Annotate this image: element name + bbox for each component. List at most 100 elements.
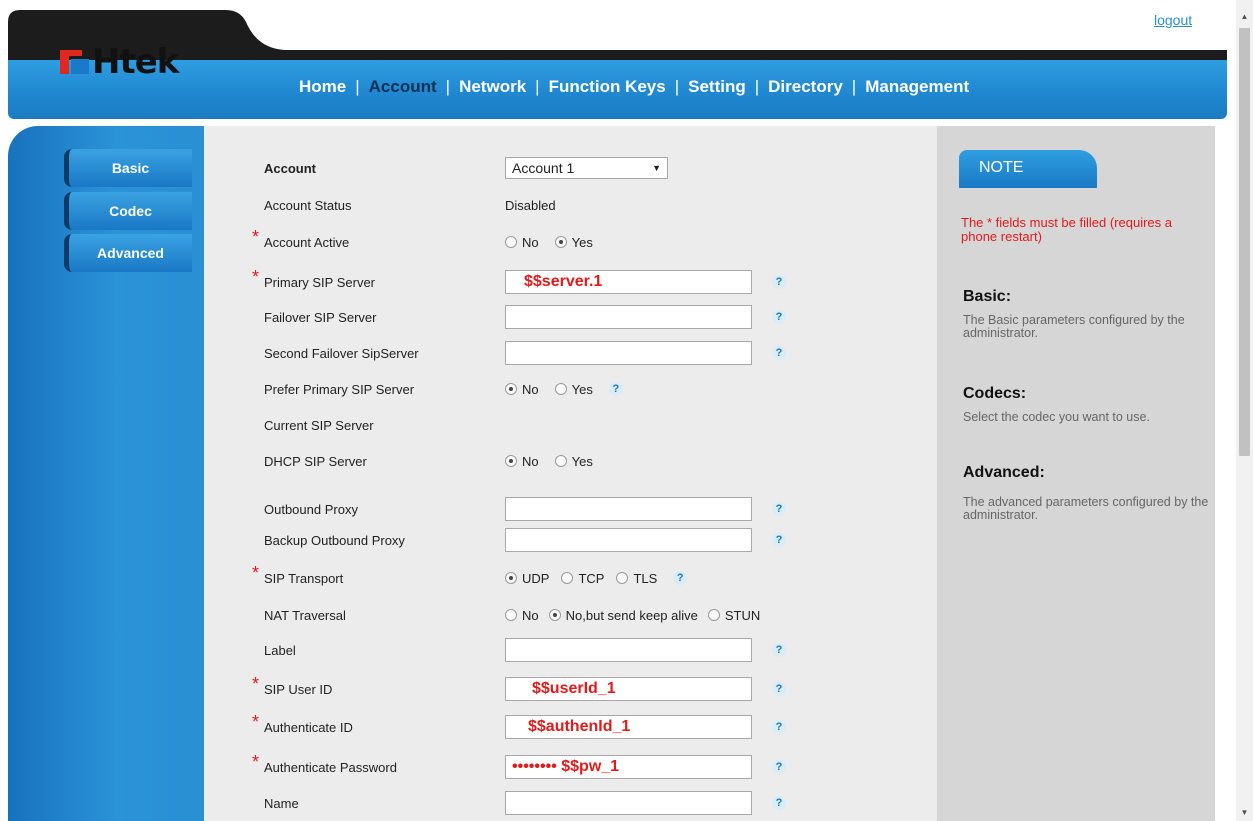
label-row: Label ? — [204, 637, 937, 663]
note-advanced-heading: Advanced: — [963, 464, 1045, 481]
backup-outbound-row: Backup Outbound Proxy ? — [204, 527, 937, 553]
radio-label: Yes — [571, 381, 593, 397]
account-status-row: Account Status Disabled — [204, 192, 937, 218]
name-input[interactable] — [505, 791, 752, 815]
radio-label: Yes — [571, 234, 593, 250]
auth-id-input[interactable]: $$authenId_1 — [505, 715, 752, 739]
nav-setting[interactable]: Setting — [679, 77, 755, 97]
radio-circle — [707, 609, 720, 621]
label-input[interactable] — [505, 638, 752, 662]
required-star: * — [252, 267, 260, 287]
transport-udp-radio[interactable]: UDP — [505, 571, 549, 586]
nav-management[interactable]: Management — [856, 77, 978, 97]
sidebar-item-advanced[interactable]: Advanced — [64, 234, 192, 272]
nav-directory[interactable]: Directory — [759, 77, 852, 97]
sip-user-id-label: SIP User ID — [264, 681, 333, 697]
current-sip-row: Current SIP Server — [204, 412, 937, 438]
help-icon[interactable]: ? — [772, 346, 786, 360]
radio-label: No — [522, 234, 539, 250]
help-icon[interactable]: ? — [673, 571, 688, 585]
auth-password-input[interactable]: •••••••• $$pw_1 — [505, 755, 752, 779]
help-icon[interactable]: ? — [772, 643, 786, 657]
account-status-label: Account Status — [264, 197, 352, 213]
account-select-value: Account 1 — [512, 160, 575, 176]
chevron-down-icon: ▼ — [652, 163, 661, 173]
help-icon[interactable]: ? — [772, 796, 786, 810]
account-active-row: * Account Active No Yes — [204, 227, 937, 255]
scroll-down-arrow-icon[interactable]: ▼ — [1236, 804, 1253, 821]
nav-home[interactable]: Home — [290, 77, 355, 97]
failover-sip-input[interactable] — [505, 305, 752, 329]
radio-label: No — [522, 381, 539, 397]
radio-circle — [505, 455, 517, 467]
required-star: * — [252, 563, 260, 583]
scroll-thumb[interactable] — [1239, 28, 1250, 456]
note-basic-heading: Basic: — [963, 288, 1012, 305]
nav-function-keys[interactable]: Function Keys — [540, 77, 675, 97]
transport-tls-radio[interactable]: TLS — [616, 571, 657, 586]
nat-traversal-label: NAT Traversal — [264, 607, 346, 623]
help-icon[interactable]: ? — [772, 682, 786, 696]
htek-logo-mark-icon — [60, 47, 90, 77]
name-row: Name ? — [204, 790, 937, 816]
auth-password-row: * Authenticate Password •••••••• $$pw_1 … — [204, 752, 937, 780]
help-icon[interactable]: ? — [772, 275, 786, 289]
radio-label: Yes — [571, 453, 593, 469]
auth-id-label: Authenticate ID — [264, 719, 353, 735]
help-icon[interactable]: ? — [772, 533, 786, 547]
help-icon[interactable]: ? — [772, 310, 786, 324]
note-required-text: The * fields must be filled (requires a … — [961, 215, 1172, 244]
backup-outbound-input[interactable] — [505, 528, 752, 552]
account-active-label: Account Active — [264, 234, 350, 250]
nav-network[interactable]: Network — [450, 77, 535, 97]
second-failover-row: Second Failover SipServer ? — [204, 340, 937, 366]
page-title: Account — [264, 160, 316, 176]
scroll-up-arrow-icon[interactable]: ▲ — [1236, 8, 1253, 25]
primary-sip-row: * Primary SIP Server $$server.1 ? — [204, 267, 937, 295]
dhcp-sip-yes-radio[interactable]: Yes — [554, 453, 593, 469]
account-select[interactable]: Account 1 ▼ — [505, 157, 668, 179]
label-field-label: Label — [264, 642, 296, 658]
note-basic-text: The Basic parameters configured by the a… — [963, 313, 1185, 340]
page-scrollbar[interactable]: ▲ ▼ — [1236, 0, 1253, 821]
help-icon[interactable]: ? — [772, 760, 786, 774]
help-icon[interactable]: ? — [772, 720, 786, 734]
radio-circle — [554, 455, 567, 467]
nat-stun-radio[interactable]: STUN — [707, 608, 760, 623]
outbound-proxy-input[interactable] — [505, 497, 752, 521]
sidebar-item-codec[interactable]: Codec — [64, 192, 192, 230]
help-icon[interactable]: ? — [608, 382, 623, 396]
nat-keepalive-radio[interactable]: No,but send keep alive — [548, 607, 698, 623]
note-panel: NOTE The * fields must be filled (requir… — [937, 126, 1215, 821]
nav-account[interactable]: Account — [360, 77, 446, 97]
account-active-yes-radio[interactable]: Yes — [554, 234, 593, 250]
sidebar-item-basic[interactable]: Basic — [64, 149, 192, 187]
radio-label: No — [522, 607, 539, 623]
prefer-primary-label: Prefer Primary SIP Server — [264, 381, 415, 397]
sip-transport-row: * SIP Transport UDP TCP TLS ? — [204, 563, 937, 591]
dhcp-sip-label: DHCP SIP Server — [264, 453, 367, 469]
transport-tcp-radio[interactable]: TCP — [561, 571, 604, 586]
help-icon[interactable]: ? — [772, 502, 786, 516]
second-failover-input[interactable] — [505, 341, 752, 365]
radio-label: UDP — [522, 570, 550, 586]
dhcp-sip-no-radio[interactable]: No — [505, 454, 539, 469]
radio-label: No,but send keep alive — [565, 607, 698, 623]
radio-label: TCP — [578, 570, 605, 586]
sip-user-id-input[interactable]: $$userId_1 — [505, 677, 752, 701]
prefer-primary-row: Prefer Primary SIP Server No Yes ? — [204, 376, 937, 402]
note-title: NOTE — [959, 150, 1097, 188]
second-failover-label: Second Failover SipServer — [264, 345, 419, 361]
form-heading-row: Account Account 1 ▼ — [204, 155, 937, 181]
note-advanced-text: The advanced parameters configured by th… — [963, 495, 1209, 522]
header-black-band — [8, 10, 1227, 64]
required-star: * — [252, 674, 260, 694]
nat-no-radio[interactable]: No — [505, 608, 539, 623]
primary-sip-input[interactable]: $$server.1 — [505, 270, 752, 294]
radio-label: No — [522, 453, 539, 469]
radio-circle — [561, 572, 574, 584]
radio-circle — [548, 609, 561, 621]
prefer-primary-no-radio[interactable]: No — [505, 382, 539, 397]
prefer-primary-yes-radio[interactable]: Yes — [554, 381, 593, 397]
account-active-no-radio[interactable]: No — [505, 235, 539, 250]
